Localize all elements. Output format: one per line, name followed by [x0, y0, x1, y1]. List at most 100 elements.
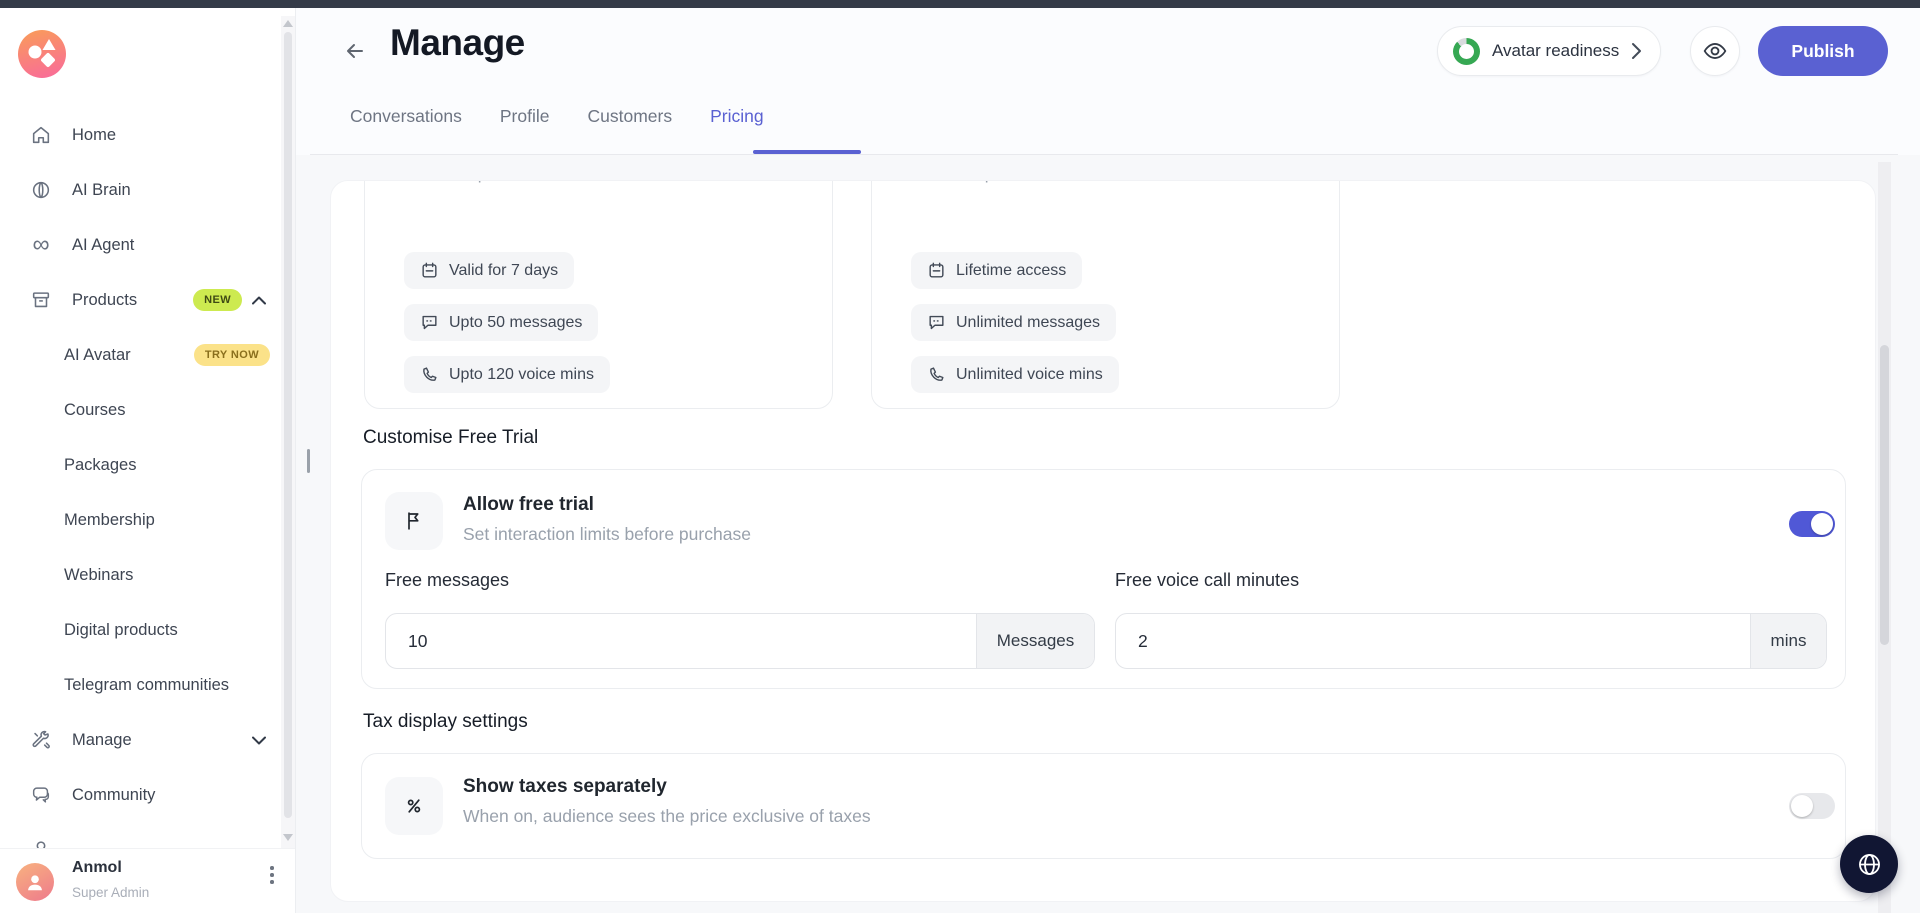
plan-note: One time purchase [911, 180, 1055, 184]
free-messages-input[interactable] [386, 614, 976, 668]
sidebar-item-ai-avatar[interactable]: AI Avatar TRY NOW [0, 328, 296, 382]
sidebar-item-partial[interactable] [0, 819, 296, 848]
plan-feature: Unlimited messages [911, 304, 1116, 341]
page-title: Manage [390, 22, 525, 64]
free-trial-card: Allow free trial Set interaction limits … [361, 469, 1846, 689]
sidebar-item-packages[interactable]: Packages [0, 438, 296, 492]
logo-shapes-icon [18, 30, 66, 78]
free-voice-minutes-label: Free voice call minutes [1115, 570, 1299, 591]
sidebar-item-label: AI Agent [72, 236, 134, 255]
sidebar-item-label: Courses [64, 401, 125, 420]
free-trial-subtitle: Set interaction limits before purchase [463, 524, 751, 545]
scroll-down-arrow-icon[interactable] [283, 834, 293, 841]
sidebar-item-label: Manage [72, 731, 132, 750]
flag-icon [402, 509, 426, 533]
sidebar-item-membership[interactable]: Membership [0, 493, 296, 547]
preview-button[interactable] [1690, 26, 1740, 76]
plan-feature: Unlimited voice mins [911, 356, 1119, 393]
readiness-label: Avatar readiness [1492, 41, 1619, 61]
sidebar-item-manage[interactable]: Manage [0, 713, 296, 767]
app-logo[interactable] [18, 30, 66, 78]
sidebar-item-ai-brain[interactable]: AI Brain [0, 163, 296, 217]
sidebar-item-label: Community [72, 786, 155, 805]
tab-customers[interactable]: Customers [587, 106, 672, 137]
sidebar-item-products[interactable]: Products NEW [0, 273, 296, 327]
sidebar-item-webinars[interactable]: Webinars [0, 548, 296, 602]
sidebar-item-telegram-communities[interactable]: Telegram communities [0, 658, 296, 712]
message-icon [420, 313, 439, 332]
sidebar-item-label: Webinars [64, 566, 133, 585]
tab-profile[interactable]: Profile [500, 106, 550, 137]
free-voice-minutes-field: mins [1115, 613, 1827, 669]
sidebar-item-label: AI Avatar [64, 346, 131, 365]
readiness-ring-icon [1453, 38, 1480, 65]
sidebar-item-label: Telegram communities [64, 676, 229, 695]
tab-pricing[interactable]: Pricing [710, 106, 764, 137]
infinity-icon: ∞ [30, 234, 52, 256]
globe-icon [1856, 851, 1883, 878]
free-messages-suffix: Messages [976, 614, 1094, 668]
window-top-bar [0, 0, 1920, 8]
user-name: Anmol [72, 859, 122, 877]
try-now-badge: TRY NOW [194, 344, 270, 366]
language-fab[interactable] [1840, 835, 1898, 893]
publish-button[interactable]: Publish [1758, 26, 1888, 76]
plan-feature: Valid for 7 days [404, 252, 574, 289]
free-messages-label: Free messages [385, 570, 509, 591]
avatar-readiness-button[interactable]: Avatar readiness [1437, 26, 1661, 76]
scroll-up-arrow-icon[interactable] [283, 20, 293, 27]
plan-feature: Upto 120 voice mins [404, 356, 610, 393]
tax-settings-heading: Tax display settings [363, 711, 528, 733]
sidebar-item-label: Membership [64, 511, 155, 530]
sidebar-item-home[interactable]: Home [0, 108, 296, 162]
free-trial-heading: Customise Free Trial [363, 427, 538, 449]
sidebar-item-community[interactable]: Community [0, 768, 296, 822]
plan-feature: Upto 50 messages [404, 304, 598, 341]
calendar-icon [927, 261, 946, 280]
sidebar-item-ai-agent[interactable]: ∞ AI Agent [0, 218, 296, 272]
flag-tile [385, 492, 443, 550]
main-scrollbar-thumb[interactable] [1880, 345, 1889, 645]
new-badge: NEW [193, 289, 242, 311]
sidebar-item-courses[interactable]: Courses [0, 383, 296, 437]
tools-icon [30, 729, 52, 751]
sidebar-item-label: Packages [64, 456, 136, 475]
free-messages-field: Messages [385, 613, 1095, 669]
sidebar-item-digital-products[interactable]: Digital products [0, 603, 296, 657]
chevron-down-icon [252, 736, 266, 745]
pricing-content: One time purchase Valid for 7 days Upto … [330, 180, 1876, 902]
plan-note: One time purchase [404, 180, 548, 184]
chat-bubbles-icon [30, 784, 52, 806]
free-voice-minutes-suffix: mins [1750, 614, 1826, 668]
plan-card: One time purchase Lifetime access Unlimi… [871, 180, 1340, 409]
percent-tile [385, 777, 443, 835]
brain-icon [30, 179, 52, 201]
header-divider [310, 154, 1898, 155]
kebab-menu-icon[interactable] [262, 860, 282, 890]
phone-icon [420, 365, 439, 384]
sidebar-item-label: Products [72, 291, 137, 310]
home-icon [30, 124, 52, 146]
chevron-right-icon [1631, 42, 1642, 60]
eye-icon [1702, 38, 1728, 64]
percent-icon [402, 794, 426, 818]
archive-icon [30, 289, 52, 311]
back-button[interactable] [340, 36, 370, 66]
tab-conversations[interactable]: Conversations [350, 106, 462, 137]
tax-toggle[interactable] [1789, 793, 1835, 819]
phone-icon [927, 365, 946, 384]
sidebar-resize-handle[interactable] [307, 449, 310, 473]
free-trial-title: Allow free trial [463, 494, 594, 516]
sidebar-item-label: AI Brain [72, 181, 131, 200]
sidebar: Home AI Brain ∞ AI Agent Products NEW AI… [0, 8, 296, 913]
sidebar-scrollbar-thumb[interactable] [284, 32, 292, 818]
free-voice-minutes-input[interactable] [1116, 614, 1750, 668]
avatar[interactable] [16, 863, 54, 901]
user-role: Super Admin [72, 885, 149, 900]
calendar-icon [420, 261, 439, 280]
sidebar-item-label: Home [72, 126, 116, 145]
tab-bar: Conversations Profile Customers Pricing [350, 106, 764, 137]
free-trial-toggle[interactable] [1789, 511, 1835, 537]
tax-toggle-title: Show taxes separately [463, 776, 667, 798]
tax-settings-card: Show taxes separately When on, audience … [361, 753, 1846, 859]
